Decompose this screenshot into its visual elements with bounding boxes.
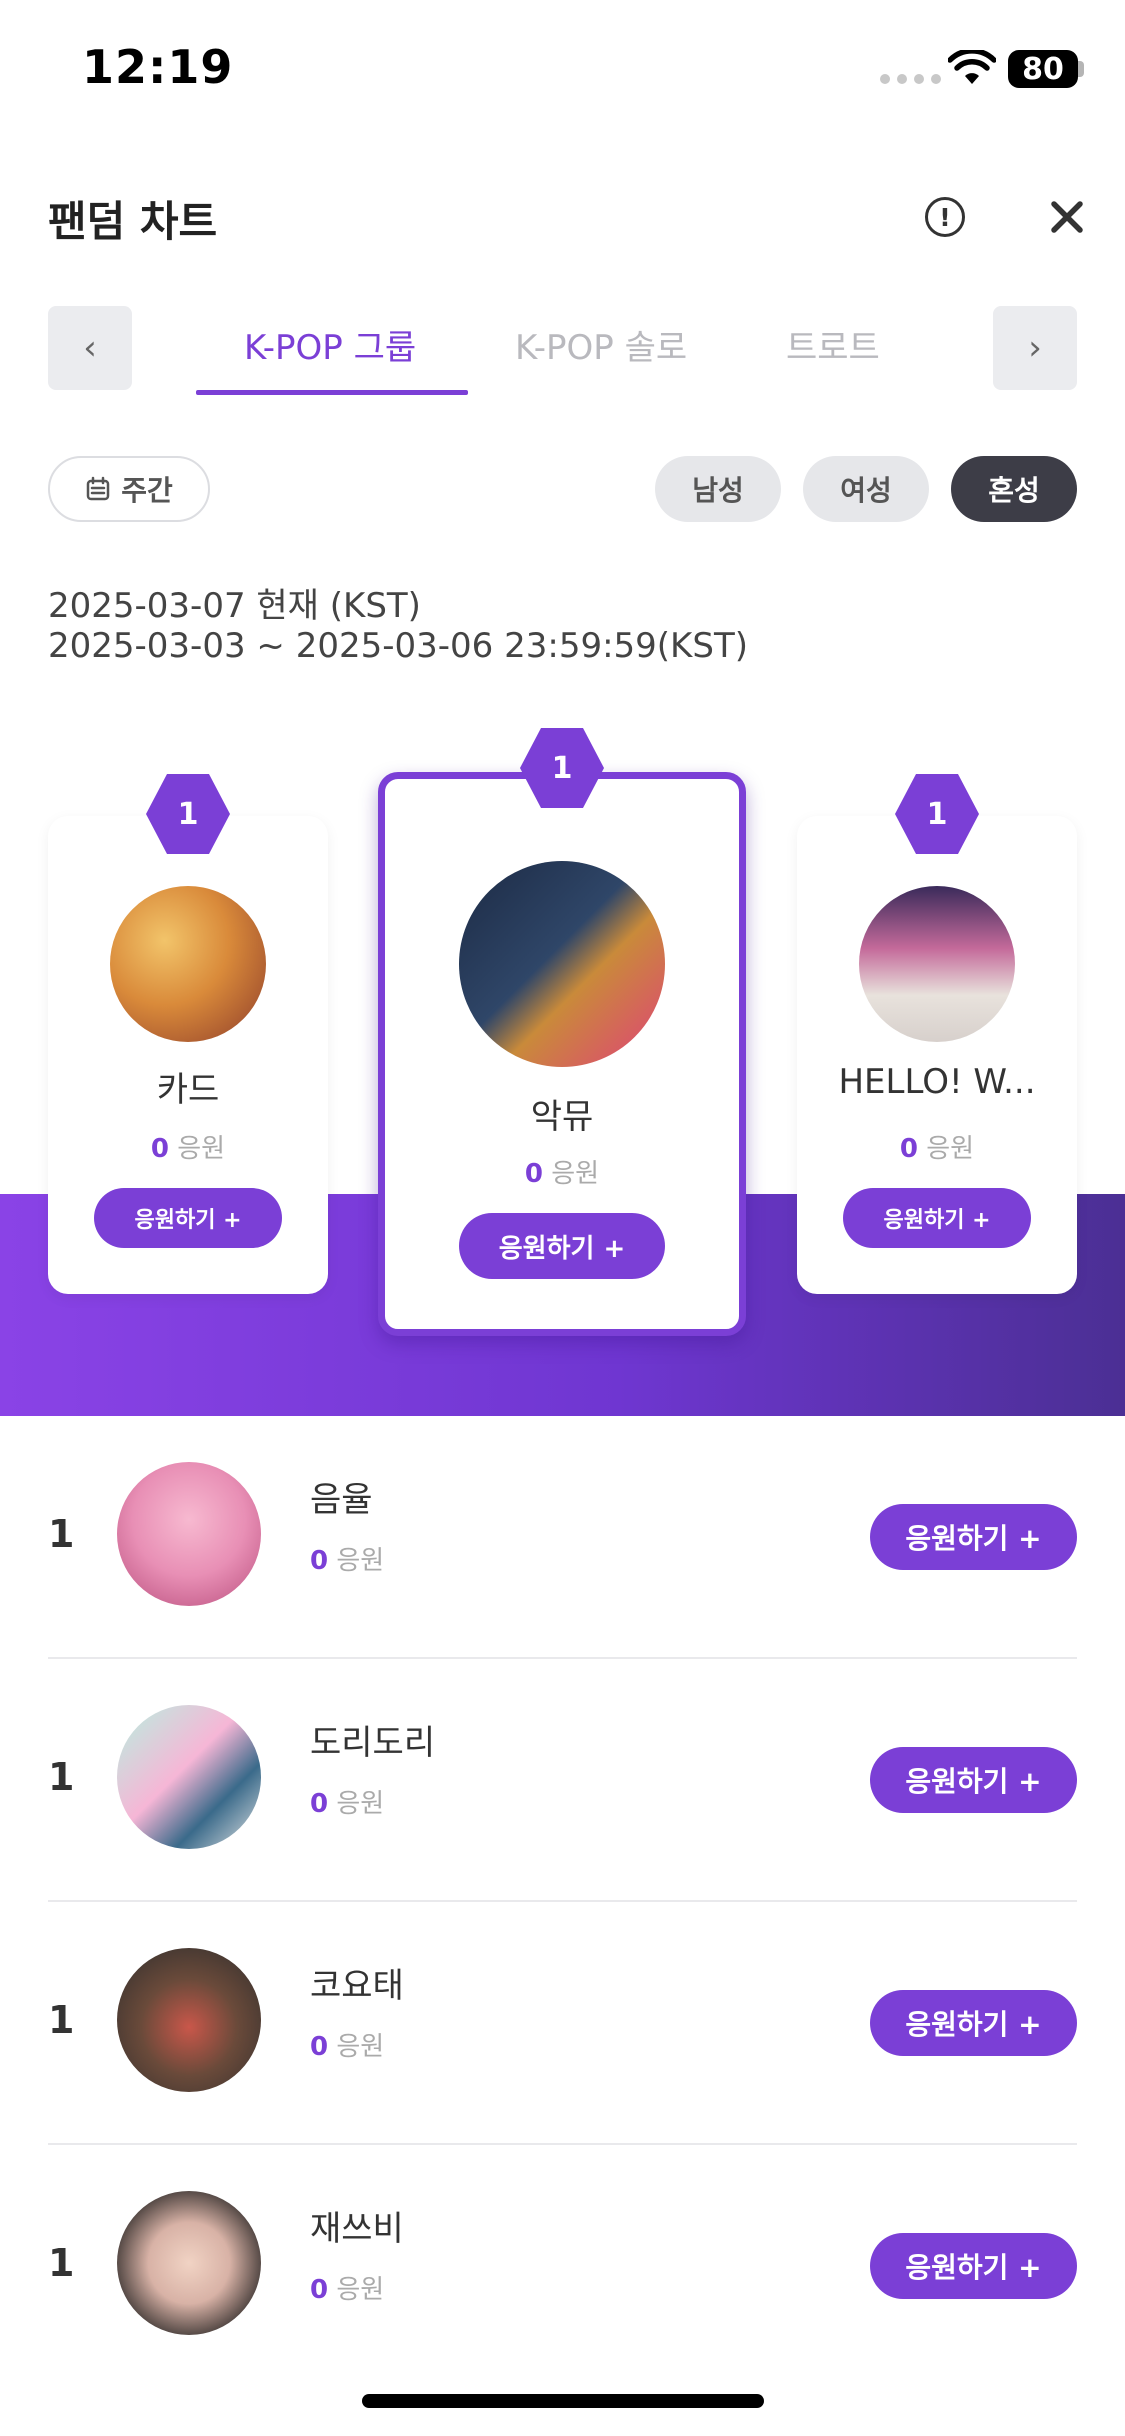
rank-number: 1 <box>48 1755 75 1799</box>
support-button[interactable]: 응원하기 + <box>459 1213 665 1279</box>
filter-mixed-button[interactable]: 혼성 <box>951 456 1077 522</box>
artist-avatar <box>110 886 266 1042</box>
podium-artist-name: 카드 <box>156 1070 220 1110</box>
support-count: 0 응원 <box>310 2032 385 2062</box>
artist-avatar <box>859 886 1015 1042</box>
artist-avatar <box>117 2191 261 2335</box>
artist-avatar <box>117 1948 261 2092</box>
podium-artist-name: 악뮤 <box>530 1097 594 1137</box>
tab-trot[interactable]: 트로트 <box>786 320 880 369</box>
podium-support-count: 0 응원 <box>899 1134 975 1164</box>
tab-prev-button[interactable]: ‹ <box>48 306 132 390</box>
support-count: 0 응원 <box>310 1789 385 1819</box>
support-button[interactable]: 응원하기 + <box>870 1747 1077 1813</box>
calendar-icon <box>86 476 110 501</box>
page-title: 팬덤 차트 <box>48 197 218 246</box>
artist-name: 음율 <box>310 1480 373 1520</box>
status-time: 12:19 <box>82 40 234 94</box>
info-icon[interactable]: ! <box>925 197 965 237</box>
support-button[interactable]: 응원하기 + <box>870 1504 1077 1570</box>
rank-number: 1 <box>48 2241 75 2285</box>
support-button[interactable]: 응원하기 + <box>843 1188 1031 1248</box>
support-button[interactable]: 응원하기 + <box>870 2233 1077 2299</box>
tab-kpop-solo[interactable]: K-POP 솔로 <box>515 320 687 369</box>
support-count: 0 응원 <box>310 2275 385 2305</box>
podium-artist-name: HELLO! W... <box>838 1062 1036 1102</box>
support-count: 0 응원 <box>310 1546 385 1576</box>
artist-avatar <box>117 1462 261 1606</box>
cellular-signal-icon <box>880 74 941 84</box>
tab-active-indicator <box>196 390 468 395</box>
status-bar: 12:19 80 <box>0 0 1125 140</box>
artist-avatar <box>117 1705 261 1849</box>
list-item[interactable]: 1 재쓰비 0 응원 응원하기 + <box>48 2145 1077 2388</box>
battery-nub <box>1078 61 1084 77</box>
wifi-icon <box>948 50 996 84</box>
date-range-text: 2025-03-03 ~ 2025-03-06 23:59:59(KST) <box>48 626 748 666</box>
podium-card-right[interactable]: HELLO! W... 0 응원 응원하기 + <box>797 816 1077 1294</box>
podium-support-count: 0 응원 <box>150 1134 226 1164</box>
support-button[interactable]: 응원하기 + <box>94 1188 282 1248</box>
filter-male-button[interactable]: 남성 <box>655 456 781 522</box>
tab-next-button[interactable]: › <box>993 306 1077 390</box>
filter-female-button[interactable]: 여성 <box>803 456 929 522</box>
period-filter-button[interactable]: 주간 <box>48 456 210 522</box>
list-item[interactable]: 1 도리도리 0 응원 응원하기 + <box>48 1659 1077 1902</box>
list-item[interactable]: 1 코요태 0 응원 응원하기 + <box>48 1902 1077 2145</box>
podium-card-center[interactable]: 악뮤 0 응원 응원하기 + <box>378 772 746 1336</box>
podium-support-count: 0 응원 <box>524 1159 600 1189</box>
rank-number: 1 <box>48 1998 75 2042</box>
artist-name: 도리도리 <box>310 1723 436 1763</box>
tab-kpop-group[interactable]: K-POP 그룹 <box>244 320 416 369</box>
close-icon[interactable] <box>1044 194 1090 240</box>
artist-name: 코요태 <box>310 1966 404 2006</box>
current-date-text: 2025-03-07 현재 (KST) <box>48 586 421 626</box>
period-filter-label: 주간 <box>121 474 173 507</box>
artist-name: 재쓰비 <box>310 2209 404 2249</box>
podium-card-left[interactable]: 카드 0 응원 응원하기 + <box>48 816 328 1294</box>
artist-avatar <box>459 861 665 1067</box>
support-button[interactable]: 응원하기 + <box>870 1990 1077 2056</box>
rank-number: 1 <box>48 1512 75 1556</box>
battery-icon: 80 <box>1008 50 1078 88</box>
home-indicator[interactable] <box>362 2394 764 2408</box>
list-item[interactable]: 1 음율 0 응원 응원하기 + <box>48 1416 1077 1659</box>
